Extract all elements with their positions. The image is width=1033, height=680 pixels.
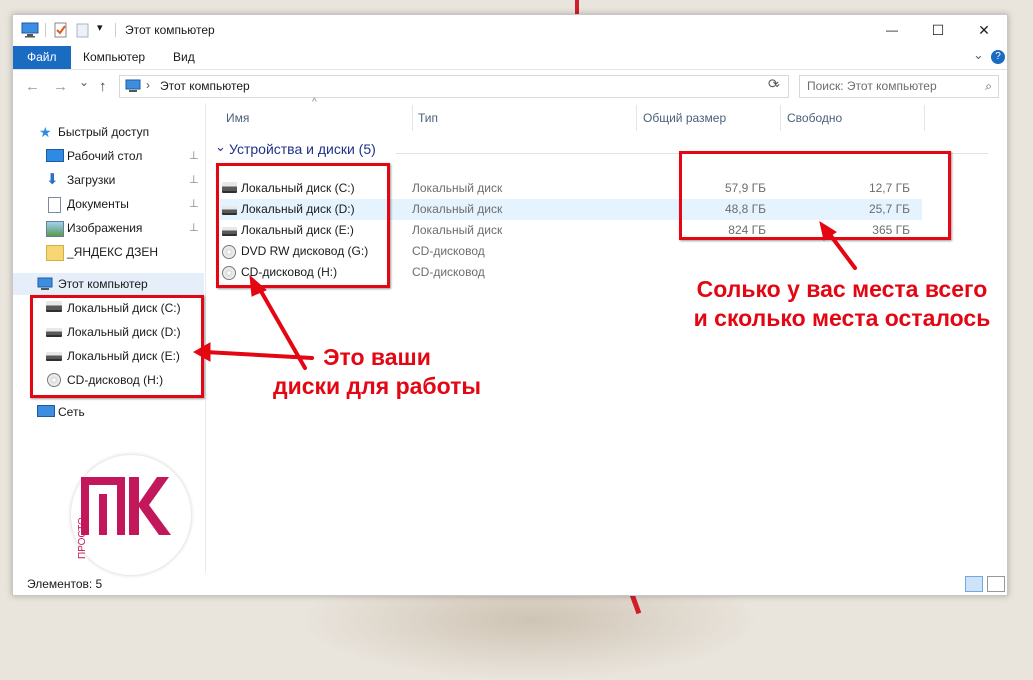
- annotation-space-line1: Солько у вас места всего: [696, 276, 988, 302]
- annotation-disks-line2: диски для работы: [272, 373, 482, 399]
- annotation-disks-line1: Это ваши: [323, 344, 431, 370]
- annotation-disks: Это ваши диски для работы: [252, 343, 502, 401]
- annotation-space: Солько у вас места всего и сколько места…: [672, 275, 1012, 333]
- annotation-space-line2: и сколько места осталось: [693, 305, 991, 331]
